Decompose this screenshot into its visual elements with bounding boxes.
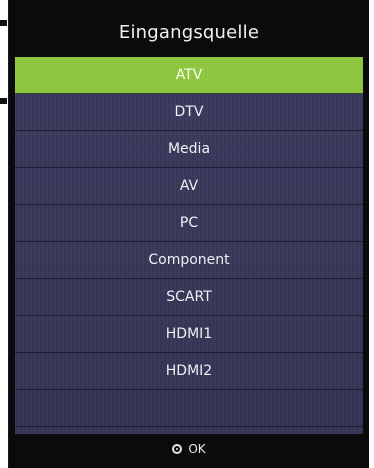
source-item-scart[interactable]: SCART	[15, 279, 363, 316]
edge-marker-middle	[0, 98, 7, 104]
source-item-media[interactable]: Media	[15, 131, 363, 168]
source-item-atv[interactable]: ATV	[15, 57, 363, 94]
source-item-component[interactable]: Component	[15, 242, 363, 279]
menu-title: Eingangsquelle	[118, 21, 260, 43]
edge-marker-top	[0, 20, 7, 26]
source-list: ATV DTV Media AV PC Component SCART HDMI…	[15, 57, 363, 434]
footer-hint: OK	[15, 434, 363, 464]
source-item-hdmi2[interactable]: HDMI2	[15, 353, 363, 390]
source-item-hdmi1[interactable]: HDMI1	[15, 316, 363, 353]
source-item-pc[interactable]: PC	[15, 205, 363, 242]
source-item-empty	[15, 390, 363, 427]
input-source-menu: Eingangsquelle ATV DTV Media AV PC Compo…	[8, 0, 369, 468]
ok-button-icon	[172, 444, 183, 454]
ok-label: OK	[188, 442, 206, 456]
source-item-av[interactable]: AV	[15, 168, 363, 205]
source-item-dtv[interactable]: DTV	[15, 94, 363, 131]
